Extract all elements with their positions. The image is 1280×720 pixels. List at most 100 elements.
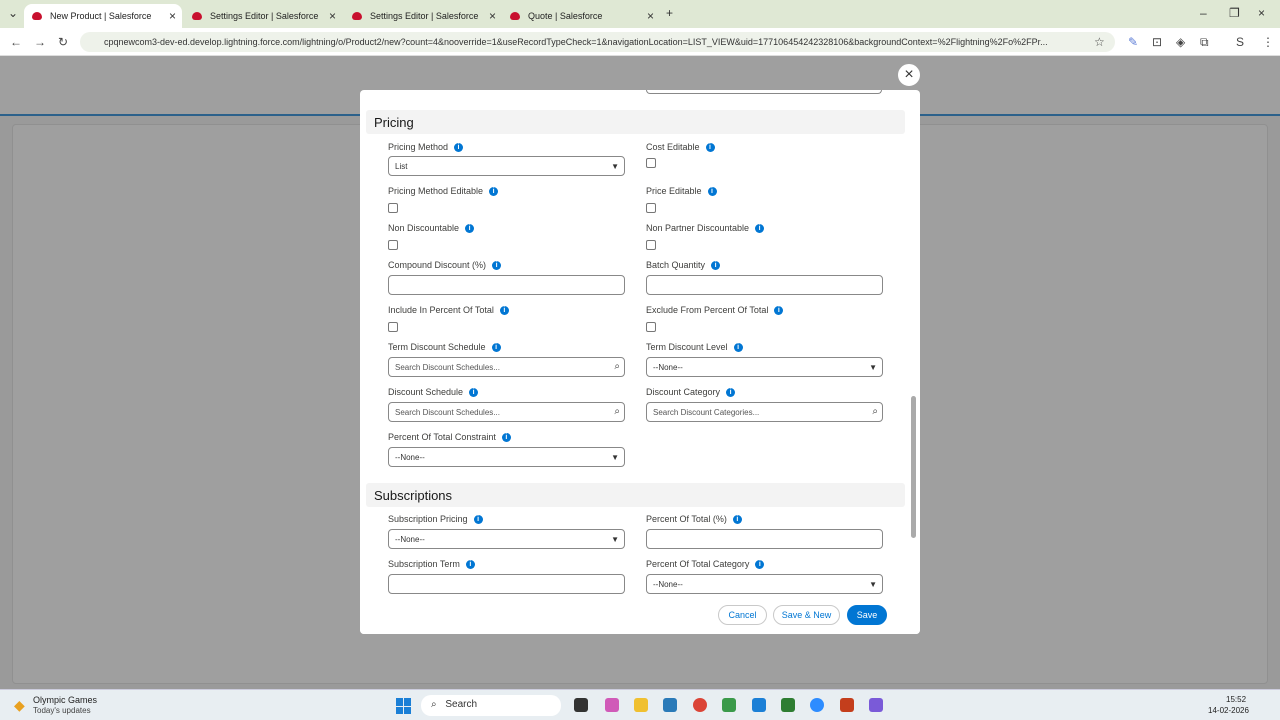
exclude-from-percent-checkbox[interactable] [646,322,656,332]
discount-category-lookup[interactable]: Search Discount Categories... ⌕ [646,402,883,422]
salesforce-icon [192,12,202,20]
windows-start-icon[interactable] [396,698,412,714]
address-bar[interactable]: cpqnewcom3-dev-ed.develop.lightning.forc… [80,32,1115,52]
search-icon: ⌕ [614,406,620,417]
percent-of-total-input[interactable] [646,529,883,549]
extension-icon[interactable]: ◈ [1176,35,1185,49]
close-window-icon[interactable]: × [1258,6,1265,20]
compound-discount-input[interactable] [388,275,625,295]
info-icon[interactable]: i [755,223,765,233]
info-icon[interactable]: i [489,186,499,196]
bookmark-star-icon[interactable]: ☆ [1094,35,1105,49]
previous-field-input[interactable] [646,90,882,94]
powerpoint-icon[interactable] [840,698,854,712]
term-discount-level-select[interactable]: --None-- ▼ [646,357,883,377]
reload-icon[interactable]: ↻ [58,35,68,49]
info-icon[interactable]: i [465,559,475,569]
menu-kebab-icon[interactable]: ⋮ [1262,35,1274,49]
pricing-method-editable-checkbox[interactable] [388,203,398,213]
info-icon[interactable]: i [499,305,509,315]
discount-schedule-lookup[interactable]: Search Discount Schedules... ⌕ [388,402,625,422]
zoom-icon[interactable] [810,698,824,712]
excel-icon[interactable] [781,698,795,712]
close-icon[interactable]: × [329,9,336,23]
info-icon[interactable]: i [465,223,475,233]
profile-icon[interactable]: S [1236,35,1244,49]
modal-scrollbar[interactable] [911,396,916,538]
windows-taskbar: ◆ Olympic Games Today's updates ⌕ Search… [0,689,1280,720]
section-subscriptions-header[interactable]: Subscriptions [366,483,905,507]
tab-settings-editor-2[interactable]: Settings Editor | Salesforce × [344,4,502,28]
copilot-icon[interactable] [605,698,619,712]
info-icon[interactable]: i [755,559,765,569]
tab-new-product[interactable]: New Product | Salesforce × [24,4,182,28]
non-partner-discountable-checkbox[interactable] [646,240,656,250]
close-icon[interactable]: × [169,9,176,23]
modal-close-button[interactable]: × [898,64,920,86]
clock-time[interactable]: 15:52 [1226,695,1246,704]
price-editable-label: Price Editable i [646,186,717,196]
chrome-icon[interactable] [693,698,707,712]
batch-quantity-input[interactable] [646,275,883,295]
new-tab-icon[interactable]: + [666,6,673,20]
subscription-pricing-select[interactable]: --None-- ▼ [388,529,625,549]
info-icon[interactable]: i [473,514,483,524]
pricing-method-select[interactable]: List ▼ [388,156,625,176]
extension-icon[interactable]: ✎ [1128,35,1138,49]
cost-editable-checkbox[interactable] [646,158,656,168]
app-icon[interactable] [752,698,766,712]
tab-quote[interactable]: Quote | Salesforce × [502,4,660,28]
save-and-new-button[interactable]: Save & New [773,605,840,625]
taskbar-search[interactable]: ⌕ Search [421,695,561,716]
tab-search-icon[interactable]: ⌄ [8,6,18,20]
pricing-method-editable-label: Pricing Method Editable i [388,186,499,196]
subscription-term-input[interactable] [388,574,625,594]
non-discountable-checkbox[interactable] [388,240,398,250]
info-icon[interactable]: i [726,387,736,397]
price-editable-checkbox[interactable] [646,203,656,213]
minimize-icon[interactable]: – [1200,6,1207,20]
chevron-down-icon: ▼ [611,162,619,171]
non-partner-discountable-label: Non Partner Discountable i [646,223,765,233]
weather-widget-icon[interactable]: ◆ [14,697,25,714]
info-icon[interactable]: i [732,514,742,524]
info-icon[interactable]: i [454,142,464,152]
info-icon[interactable]: i [705,142,715,152]
cost-editable-label: Cost Editable i [646,142,715,152]
section-pricing-header[interactable]: Pricing [366,110,905,134]
close-icon[interactable]: × [647,9,654,23]
back-icon[interactable]: ← [10,35,22,49]
info-icon[interactable]: i [774,305,784,315]
snipping-tool-icon[interactable] [869,698,883,712]
discount-schedule-label: Discount Schedule i [388,387,479,397]
app-icon[interactable] [722,698,736,712]
close-icon: × [904,66,914,83]
chevron-down-icon: ▼ [869,363,877,372]
maximize-icon[interactable]: ❐ [1229,6,1240,20]
save-button[interactable]: Save [847,605,887,625]
info-icon[interactable]: i [711,260,721,270]
tab-settings-editor-1[interactable]: Settings Editor | Salesforce × [184,4,342,28]
info-icon[interactable]: i [469,387,479,397]
percent-total-category-select[interactable]: --None-- ▼ [646,574,883,594]
close-icon[interactable]: × [489,9,496,23]
pricing-method-label: Pricing Method i [388,142,464,152]
percent-total-constraint-select[interactable]: --None-- ▼ [388,447,625,467]
cancel-button[interactable]: Cancel [718,605,767,625]
info-icon[interactable]: i [491,342,501,352]
info-icon[interactable]: i [707,186,717,196]
file-explorer-icon[interactable] [634,698,648,712]
store-icon[interactable] [663,698,677,712]
widget-title[interactable]: Olympic Games [33,695,97,705]
info-icon[interactable]: i [501,432,511,442]
forward-icon[interactable]: → [34,35,46,49]
info-icon[interactable]: i [733,342,743,352]
info-icon[interactable]: i [492,260,502,270]
extension-icon[interactable]: ⊡ [1152,35,1162,49]
term-discount-schedule-label: Term Discount Schedule i [388,342,501,352]
extensions-puzzle-icon[interactable]: ⧉ [1200,35,1209,50]
include-in-percent-checkbox[interactable] [388,322,398,332]
clock-date[interactable]: 14-02-2026 [1208,706,1249,715]
task-view-icon[interactable] [574,698,588,712]
term-discount-schedule-lookup[interactable]: Search Discount Schedules... ⌕ [388,357,625,377]
